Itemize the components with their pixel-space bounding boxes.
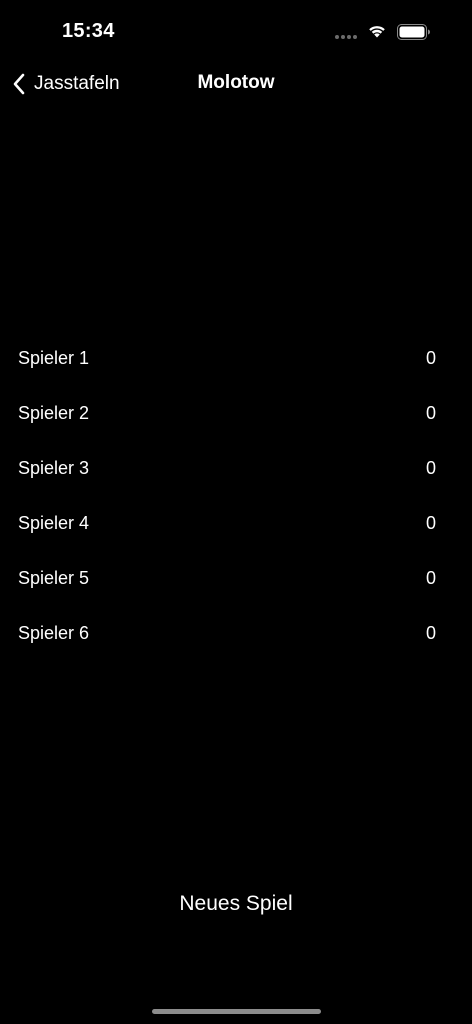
player-name: Spieler 6 [18, 623, 90, 643]
player-score: 0 [425, 458, 436, 478]
player-row[interactable]: Spieler 6 0 [0, 606, 472, 661]
player-name: Spieler 2 [18, 403, 90, 423]
player-row[interactable]: Spieler 4 0 [0, 496, 472, 551]
player-score: 0 [425, 348, 436, 368]
player-score: 0 [425, 623, 436, 643]
status-time: 15:34 [62, 20, 115, 42]
navigation-bar: Jasstafeln Molotow [0, 64, 472, 104]
player-name: Spieler 3 [18, 458, 90, 478]
player-name: Spieler 1 [18, 348, 90, 368]
player-row[interactable]: Spieler 2 0 [0, 386, 472, 441]
cellular-signal-icon [335, 35, 357, 39]
player-name: Spieler 4 [18, 513, 90, 533]
player-row[interactable]: Spieler 3 0 [0, 441, 472, 496]
wifi-icon [369, 26, 385, 38]
battery-icon [397, 24, 430, 40]
player-score: 0 [425, 568, 436, 588]
page-title: Molotow [197, 72, 275, 93]
player-row[interactable]: Spieler 5 0 [0, 551, 472, 606]
player-name: Spieler 5 [18, 568, 90, 588]
player-score: 0 [425, 513, 436, 533]
player-row[interactable]: Spieler 1 0 [0, 331, 472, 386]
new-game-button[interactable]: Neues Spiel [136, 886, 336, 922]
player-score: 0 [425, 403, 436, 423]
status-bar: 15:34 [0, 0, 472, 64]
player-list: Spieler 1 0 Spieler 2 0 Spieler 3 0 Spie… [0, 331, 472, 661]
home-indicator[interactable] [152, 1009, 321, 1014]
